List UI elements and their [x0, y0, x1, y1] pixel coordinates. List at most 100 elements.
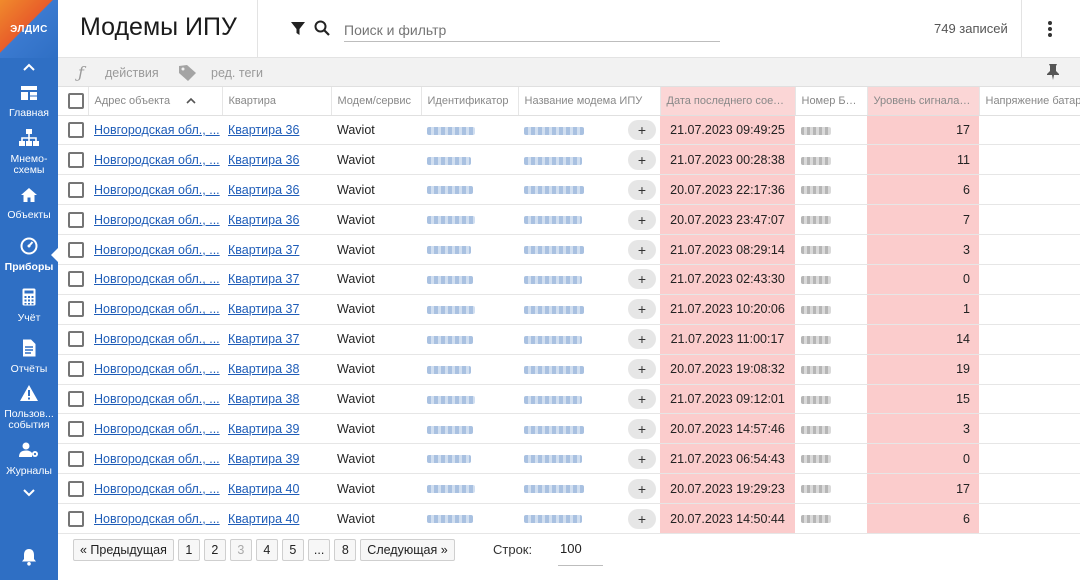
- table-row[interactable]: Новгородская обл., ... Квартира 37 Waviot +…: [58, 324, 1080, 355]
- row-checkbox[interactable]: [68, 211, 84, 228]
- column-header-identifier[interactable]: Идентификатор: [421, 87, 519, 116]
- edit-tags-button[interactable]: ред. теги: [211, 66, 263, 80]
- address-link[interactable]: Новгородская обл., ...: [94, 482, 220, 496]
- add-name-button[interactable]: +: [628, 299, 656, 320]
- prev-page-button[interactable]: « Предыдущая: [73, 539, 174, 561]
- add-name-button[interactable]: +: [628, 269, 656, 290]
- column-header-last-connection[interactable]: Дата последнего соед...: [660, 87, 796, 116]
- apartment-link[interactable]: Квартира 39: [228, 452, 299, 466]
- row-checkbox[interactable]: [68, 480, 84, 497]
- table-row[interactable]: Новгородская обл., ... Квартира 36 Waviot +…: [58, 144, 1080, 176]
- add-name-button[interactable]: +: [628, 149, 656, 170]
- address-link[interactable]: Новгородская обл., ...: [94, 392, 220, 406]
- apartment-link[interactable]: Квартира 37: [228, 332, 299, 346]
- page-button[interactable]: 8: [334, 539, 357, 561]
- row-checkbox[interactable]: [68, 510, 84, 527]
- add-name-button[interactable]: +: [628, 329, 656, 350]
- add-name-button[interactable]: +: [628, 478, 656, 499]
- apartment-link[interactable]: Квартира 37: [228, 302, 299, 316]
- sidebar-item-4[interactable]: Приборы: [0, 229, 58, 280]
- next-page-button[interactable]: Следующая »: [360, 539, 455, 561]
- nav-scroll-down-button[interactable]: [0, 484, 58, 502]
- sort-asc-icon[interactable]: [186, 97, 196, 104]
- row-checkbox[interactable]: [68, 151, 84, 168]
- sidebar-item-1[interactable]: Главная: [0, 76, 58, 127]
- apartment-link[interactable]: Квартира 37: [228, 272, 299, 286]
- actions-button[interactable]: действия: [105, 66, 159, 80]
- apartment-link[interactable]: Квартира 36: [228, 213, 299, 227]
- column-header-signal-level[interactable]: Уровень сигнала, %: [867, 87, 980, 116]
- page-button[interactable]: 3: [229, 539, 252, 561]
- column-header-apartment[interactable]: Квартира: [222, 87, 332, 116]
- add-name-button[interactable]: +: [628, 119, 656, 140]
- table-row[interactable]: Новгородская обл., ... Квартира 40 Waviot +…: [58, 503, 1080, 534]
- sidebar-item-8[interactable]: Журналы: [0, 433, 58, 484]
- page-button[interactable]: 2: [203, 539, 226, 561]
- sidebar-item-7[interactable]: Пользов... события: [0, 382, 58, 433]
- table-row[interactable]: Новгородская обл., ... Квартира 39 Waviot +…: [58, 443, 1080, 475]
- row-checkbox[interactable]: [68, 121, 84, 138]
- sidebar-item-5[interactable]: Учёт: [0, 280, 58, 331]
- apartment-link[interactable]: Квартира 38: [228, 392, 299, 406]
- pin-icon[interactable]: [1046, 63, 1060, 81]
- row-checkbox[interactable]: [68, 420, 84, 437]
- address-link[interactable]: Новгородская обл., ...: [94, 362, 220, 376]
- apartment-link[interactable]: Квартира 40: [228, 512, 299, 526]
- table-row[interactable]: Новгородская обл., ... Квартира 36 Waviot +…: [58, 174, 1080, 206]
- address-link[interactable]: Новгородская обл., ...: [94, 213, 220, 227]
- select-all-checkbox[interactable]: [68, 92, 84, 109]
- address-link[interactable]: Новгородская обл., ...: [94, 332, 220, 346]
- address-link[interactable]: Новгородская обл., ...: [94, 183, 220, 197]
- sidebar-item-2[interactable]: Мнемо- схемы: [0, 127, 58, 178]
- column-header-bs-number[interactable]: Номер БС...: [795, 87, 868, 116]
- apartment-link[interactable]: Квартира 36: [228, 123, 299, 137]
- sidebar-item-6[interactable]: Отчёты: [0, 331, 58, 382]
- row-checkbox[interactable]: [68, 301, 84, 318]
- add-name-button[interactable]: +: [628, 418, 656, 439]
- filter-icon[interactable]: [290, 20, 306, 36]
- table-row[interactable]: Новгородская обл., ... Квартира 40 Waviot +…: [58, 473, 1080, 505]
- row-checkbox[interactable]: [68, 450, 84, 467]
- page-button[interactable]: 1: [177, 539, 200, 561]
- row-checkbox[interactable]: [68, 331, 84, 348]
- add-name-button[interactable]: +: [628, 508, 656, 529]
- table-row[interactable]: Новгородская обл., ... Квартира 37 Waviot +…: [58, 294, 1080, 325]
- search-input[interactable]: [344, 18, 720, 42]
- add-name-button[interactable]: +: [628, 448, 656, 469]
- address-link[interactable]: Новгородская обл., ...: [94, 123, 220, 137]
- apartment-link[interactable]: Квартира 38: [228, 362, 299, 376]
- table-row[interactable]: Новгородская обл., ... Квартира 37 Waviot +…: [58, 264, 1080, 295]
- add-name-button[interactable]: +: [628, 209, 656, 230]
- apartment-link[interactable]: Квартира 36: [228, 183, 299, 197]
- address-link[interactable]: Новгородская обл., ...: [94, 243, 220, 257]
- apartment-link[interactable]: Квартира 40: [228, 482, 299, 496]
- row-checkbox[interactable]: [68, 361, 84, 378]
- more-vert-icon[interactable]: [1044, 19, 1056, 39]
- address-link[interactable]: Новгородская обл., ...: [94, 272, 220, 286]
- address-link[interactable]: Новгородская обл., ...: [94, 512, 220, 526]
- address-link[interactable]: Новгородская обл., ...: [94, 452, 220, 466]
- apartment-link[interactable]: Квартира 37: [228, 243, 299, 257]
- rows-per-page-select[interactable]: 100: [558, 541, 603, 566]
- table-row[interactable]: Новгородская обл., ... Квартира 39 Waviot +…: [58, 413, 1080, 445]
- add-name-button[interactable]: +: [628, 388, 656, 409]
- table-row[interactable]: Новгородская обл., ... Квартира 37 Waviot +…: [58, 234, 1080, 265]
- row-checkbox[interactable]: [68, 181, 84, 198]
- apartment-link[interactable]: Квартира 39: [228, 422, 299, 436]
- sidebar-item-3[interactable]: Объекты: [0, 178, 58, 229]
- table-row[interactable]: Новгородская обл., ... Квартира 36 Waviot +…: [58, 115, 1080, 146]
- function-icon[interactable]: ƒ: [78, 63, 84, 82]
- search-icon[interactable]: [314, 20, 330, 36]
- address-link[interactable]: Новгородская обл., ...: [94, 302, 220, 316]
- logo[interactable]: ЭЛДИС: [0, 0, 58, 58]
- address-link[interactable]: Новгородская обл., ...: [94, 422, 220, 436]
- notifications-button[interactable]: [0, 542, 58, 572]
- apartment-link[interactable]: Квартира 36: [228, 153, 299, 167]
- column-header-modem-name[interactable]: Название модема ИПУ: [518, 87, 661, 116]
- page-button[interactable]: 4: [255, 539, 278, 561]
- row-checkbox[interactable]: [68, 390, 84, 407]
- tag-icon[interactable]: [178, 64, 198, 82]
- row-checkbox[interactable]: [68, 241, 84, 258]
- table-row[interactable]: Новгородская обл., ... Квартира 38 Waviot +…: [58, 354, 1080, 385]
- address-link[interactable]: Новгородская обл., ...: [94, 153, 220, 167]
